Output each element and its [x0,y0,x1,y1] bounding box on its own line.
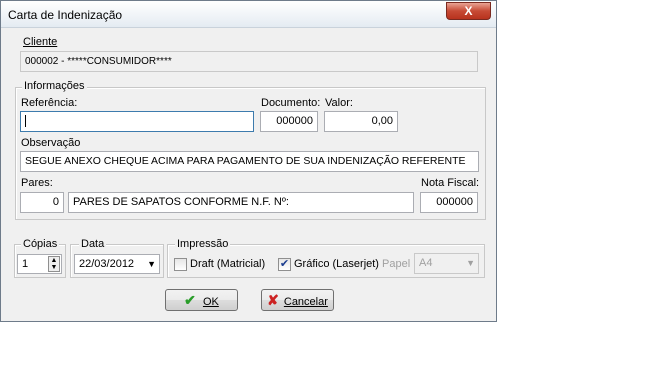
valor-label: Valor: [325,97,353,109]
impressao-legend: Impressão [175,238,231,250]
close-button[interactable]: X [446,2,491,20]
dialog-window: Carta de Indenização X Cliente 000002 - … [0,0,497,322]
close-icon: X [464,4,473,18]
papel-label: Papel [382,258,411,270]
data-legend: Data [79,238,107,250]
informacoes-legend: Informações [22,80,87,92]
window-title: Carta de Indenização [8,8,123,22]
cliente-field: 000002 - *****CONSUMIDOR**** [20,51,478,72]
grafico-label[interactable]: Gráfico (Laserjet) [294,258,379,270]
documento-label: Documento: [261,97,321,109]
cancel-button[interactable]: ✘ Cancelar [261,289,334,311]
referencia-input[interactable] [20,111,254,132]
data-picker[interactable]: 22/03/2012 ▼ [74,254,160,274]
draft-label[interactable]: Draft (Matricial) [190,258,265,270]
ok-label: OK [202,296,219,308]
observacao-label: Observação [21,137,81,149]
cliente-legend: Cliente [23,36,58,48]
draft-checkbox[interactable] [174,258,187,271]
pares-label: Pares: [21,177,53,189]
x-icon: ✘ [267,292,279,308]
text-caret [25,115,26,128]
check-icon: ✔ [184,292,196,308]
nota-fiscal-label: Nota Fiscal: [421,177,480,189]
title-bar[interactable]: Carta de Indenização X [1,1,496,28]
observacao-input[interactable]: SEGUE ANEXO CHEQUE ACIMA PARA PAGAMENTO … [20,151,479,172]
referencia-label: Referência: [21,97,78,109]
checkmark-icon: ✔ [279,258,290,270]
chevron-down-icon[interactable]: ▼ [147,255,156,273]
pares-input[interactable]: 0 [20,192,64,213]
nota-fiscal-input[interactable]: 000000 [420,192,478,213]
papel-select: A4 ▼ [414,253,479,274]
copias-input[interactable]: 1 ▲ ▼ [17,254,62,274]
copias-legend: Cópias [21,238,60,250]
data-value: 22/03/2012 [79,258,135,270]
copias-value: 1 [22,258,29,270]
documento-input[interactable]: 000000 [260,111,318,132]
ok-button[interactable]: ✔ OK [165,289,238,311]
grafico-checkbox[interactable]: ✔ [278,258,291,271]
papel-value: A4 [419,257,433,269]
valor-input[interactable]: 0,00 [324,111,398,132]
spin-stepper-icon[interactable]: ▲ ▼ [48,256,60,272]
cancel-label: Cancelar [283,296,328,308]
pares-description-input[interactable]: PARES DE SAPATOS CONFORME N.F. Nº: [68,192,414,213]
chevron-down-icon: ▼ [466,258,475,268]
